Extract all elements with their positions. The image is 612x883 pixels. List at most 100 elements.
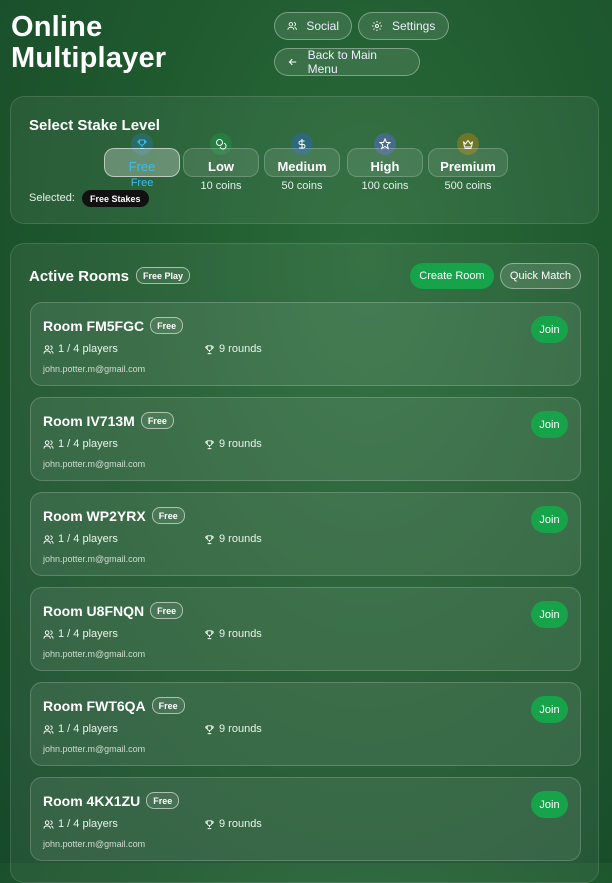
settings-button[interactable]: Settings: [358, 12, 449, 40]
room-players-text: 1 / 4 players: [58, 438, 118, 450]
room-title-row: Room WP2YRX Free: [43, 507, 185, 524]
room-host-email: john.potter.m@gmail.com: [43, 839, 146, 849]
stake-level-card: Select Stake Level Free Free Low 10 coin…: [10, 96, 599, 224]
trophy-icon: [205, 629, 214, 639]
free-play-badge: Free Play: [136, 267, 191, 285]
gear-icon: [372, 21, 382, 31]
room-card: Room FWT6QA Free 1 / 4 players 9 rounds …: [30, 682, 581, 766]
room-name: Room 4KX1ZU: [43, 792, 141, 809]
trophy-icon: [205, 439, 214, 449]
room-rounds: 9 rounds: [204, 628, 262, 640]
room-players: 1 / 4 players: [43, 343, 118, 355]
room-players: 1 / 4 players: [43, 818, 118, 830]
social-label: Social: [306, 19, 339, 33]
room-stake-badge: Free: [150, 602, 184, 619]
room-rounds: 9 rounds: [204, 533, 262, 545]
users-icon: [43, 724, 54, 734]
users-icon: [43, 534, 54, 544]
stake-sub-high: 100 coins: [361, 180, 409, 192]
room-rounds: 9 rounds: [204, 723, 262, 735]
room-stake-badge: Free: [140, 412, 174, 429]
stake-label-high: High: [347, 148, 423, 177]
join-button[interactable]: Join: [531, 696, 568, 723]
room-name: Room WP2YRX: [43, 507, 146, 524]
join-button[interactable]: Join: [531, 506, 568, 533]
users-icon: [43, 629, 54, 639]
room-rounds: 9 rounds: [204, 438, 262, 450]
room-stake-badge: Free: [151, 507, 185, 524]
selected-label: Selected:: [29, 192, 75, 204]
room-name: Room IV713M: [43, 412, 135, 429]
room-players: 1 / 4 players: [43, 628, 118, 640]
active-rooms-card: Active Rooms Free Play Create Room Quick…: [10, 243, 599, 883]
settings-label: Settings: [392, 19, 436, 33]
stake-sub-premium: 500 coins: [444, 180, 492, 192]
room-host-email: john.potter.m@gmail.com: [43, 744, 146, 754]
room-card: Room U8FNQN Free 1 / 4 players 9 rounds …: [30, 587, 581, 671]
room-card: Room WP2YRX Free 1 / 4 players 9 rounds …: [30, 492, 581, 576]
stake-label-low: Low: [183, 148, 259, 177]
create-room-button[interactable]: Create Room: [410, 263, 494, 289]
stake-sub-low: 10 coins: [200, 180, 242, 192]
users-icon: [43, 439, 54, 449]
join-button[interactable]: Join: [531, 411, 568, 438]
room-name: Room FM5FGC: [43, 317, 145, 334]
room-name: Room FWT6QA: [43, 697, 146, 714]
stake-label-premium: Premium: [428, 148, 508, 177]
trophy-icon: [205, 344, 214, 354]
room-stake-badge: Free: [150, 317, 184, 334]
room-players-text: 1 / 4 players: [58, 343, 118, 355]
back-to-main-menu-button[interactable]: Back to Main Menu: [274, 48, 420, 76]
join-button[interactable]: Join: [531, 601, 568, 628]
room-players: 1 / 4 players: [43, 438, 118, 450]
users-icon: [287, 22, 297, 30]
room-rounds: 9 rounds: [204, 343, 262, 355]
selected-stake-badge: Free Stakes: [82, 190, 149, 207]
room-host-email: john.potter.m@gmail.com: [43, 554, 146, 564]
room-rounds: 9 rounds: [204, 818, 262, 830]
page-title-line2: Multiplayer: [11, 42, 167, 74]
trophy-icon: [205, 724, 214, 734]
users-icon: [43, 819, 54, 829]
room-title-row: Room FWT6QA Free: [43, 697, 185, 714]
room-stake-badge: Free: [146, 792, 180, 809]
room-title-row: Room FM5FGC Free: [43, 317, 184, 334]
quick-match-button[interactable]: Quick Match: [500, 263, 581, 289]
room-rounds-text: 9 rounds: [219, 438, 262, 450]
users-icon: [43, 344, 54, 354]
stake-sub-free: Free: [130, 177, 154, 189]
back-label: Back to Main Menu: [307, 48, 377, 76]
stake-label-free: Free: [104, 148, 180, 177]
trophy-icon: [205, 819, 214, 829]
stake-sub-medium: 50 coins: [281, 180, 323, 192]
room-rounds-text: 9 rounds: [219, 723, 262, 735]
room-host-email: john.potter.m@gmail.com: [43, 649, 146, 659]
room-players-text: 1 / 4 players: [58, 628, 118, 640]
join-button[interactable]: Join: [531, 791, 568, 818]
join-button[interactable]: Join: [531, 316, 568, 343]
room-title-row: Room U8FNQN Free: [43, 602, 184, 619]
stake-label-medium: Medium: [264, 148, 340, 177]
room-host-email: john.potter.m@gmail.com: [43, 459, 146, 469]
social-button[interactable]: Social: [274, 12, 352, 40]
room-players-text: 1 / 4 players: [58, 723, 118, 735]
room-players-text: 1 / 4 players: [58, 533, 118, 545]
room-rounds-text: 9 rounds: [219, 628, 262, 640]
room-players: 1 / 4 players: [43, 723, 118, 735]
page-title-line1: Online: [11, 11, 103, 43]
room-card: Room FM5FGC Free 1 / 4 players 9 rounds …: [30, 302, 581, 386]
arrow-left-icon: [288, 58, 297, 66]
room-host-email: john.potter.m@gmail.com: [43, 364, 146, 374]
room-name: Room U8FNQN: [43, 602, 145, 619]
room-stake-badge: Free: [151, 697, 185, 714]
room-rounds-text: 9 rounds: [219, 533, 262, 545]
stake-heading: Select Stake Level: [29, 117, 160, 134]
room-players: 1 / 4 players: [43, 533, 118, 545]
room-card: Room IV713M Free 1 / 4 players 9 rounds …: [30, 397, 581, 481]
room-card: Room 4KX1ZU Free 1 / 4 players 9 rounds …: [30, 777, 581, 861]
room-rounds-text: 9 rounds: [219, 818, 262, 830]
room-players-text: 1 / 4 players: [58, 818, 118, 830]
trophy-icon: [205, 534, 214, 544]
room-title-row: Room IV713M Free: [43, 412, 174, 429]
active-rooms-heading: Active Rooms: [29, 268, 130, 285]
